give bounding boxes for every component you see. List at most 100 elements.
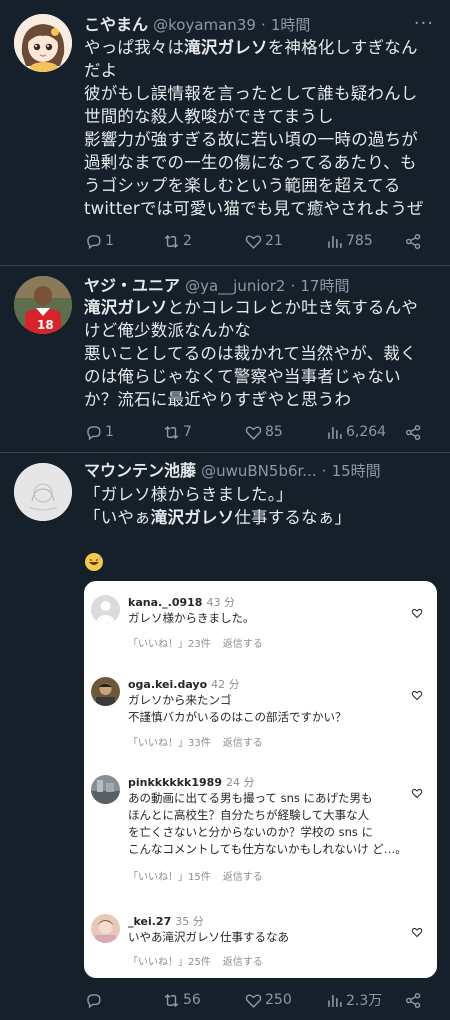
heart-icon: [245, 993, 262, 1008]
text-segment: とかコレコレとか吐き気するんや: [167, 298, 418, 317]
handle[interactable]: @uwuBN5b6r...: [201, 462, 317, 480]
reply-count: 1: [105, 424, 114, 440]
comment-age: 42 分: [211, 678, 240, 691]
display-name[interactable]: マウンテン池藤: [84, 461, 196, 480]
heart-icon: [245, 425, 262, 440]
reply-button[interactable]: 1: [84, 420, 114, 444]
tweet-text-line: 「ガレソ様からきました。」: [84, 483, 440, 506]
reply-icon: [87, 234, 101, 249]
text-segment: 仕事するなぁ」: [234, 508, 352, 527]
text-segment: 過剰なまでの一生の傷になってるあたり、も: [84, 153, 417, 172]
retweet-button[interactable]: 56: [162, 988, 201, 1012]
comment-likes: 「いいね！」33件: [128, 738, 211, 749]
comment-text-line: を亡くさないと分からないのか？学校の sns に: [128, 825, 374, 839]
views-button[interactable]: 6,264: [325, 420, 386, 444]
tweet-text-line: のは俺らじゃなくて警察や当事者じゃない: [84, 365, 440, 388]
comment-age: 35 分: [175, 915, 204, 928]
tweet-text: 「ガレソ様からきました。」 「いやぁ滝沢ガレソ仕事するなぁ」: [84, 483, 440, 529]
like-count: 85: [265, 424, 283, 440]
handle[interactable]: @ya__junior2: [185, 277, 285, 295]
like-count: 250: [265, 992, 292, 1008]
like-button[interactable]: 21: [244, 229, 283, 253]
reply-icon: [87, 993, 101, 1008]
tweet-header: こやまん @koyaman39 · 1時間: [84, 15, 311, 34]
tweet-text-line: twitterでは可愛い猫でも見て癒やされようぜ: [84, 197, 440, 220]
view-count: 785: [346, 233, 373, 249]
text-segment: か？流石に最近やりすぎやと思うわ: [84, 390, 352, 409]
text-segment: を神格化しすぎなん: [267, 38, 418, 57]
comment-text-line: いやあ滝沢ガレソ仕事するなあ: [128, 930, 289, 944]
share-button[interactable]: [404, 229, 425, 253]
tweet-text-line: 「いやぁ滝沢ガレソ仕事するなぁ」: [84, 506, 440, 529]
text-segment: けど俺少数派なんかな: [84, 321, 251, 340]
views-button[interactable]: 785: [325, 229, 373, 253]
heart-icon: [411, 608, 423, 619]
retweet-button[interactable]: 7: [162, 420, 192, 444]
avatar[interactable]: [14, 463, 72, 521]
reply-button[interactable]: [84, 988, 105, 1012]
attached-image[interactable]: kana._.0918 43 分 ガレソ様からきました。 「いいね！」23件 返信す…: [84, 581, 437, 978]
analytics-icon: [328, 994, 342, 1007]
comment-text: あの動画に出てる男も撮って sns にあげた男も ほんとに高校生？自分たちが経験し…: [128, 790, 413, 858]
heart-icon: [411, 690, 423, 701]
tweet-text-line: けど俺少数派なんかな: [84, 319, 440, 342]
avatar[interactable]: [14, 14, 72, 72]
retweet-count: 7: [183, 424, 192, 440]
tweet-1[interactable]: こやまん @koyaman39 · 1時間 ··· やっぱ我々は滝沢ガレソを神格…: [0, 0, 450, 265]
text-segment: だよ: [84, 61, 118, 80]
reply-button[interactable]: 1: [84, 229, 114, 253]
text-segment: 悪いことしてるのは裁かれて当然やが、裁く: [84, 344, 417, 363]
tweet-actions: 56 250 2.3万: [84, 988, 434, 1012]
tweet-text-line: だよ: [84, 59, 440, 82]
share-button[interactable]: [404, 988, 425, 1012]
timestamp[interactable]: 17時間: [300, 277, 349, 295]
handle[interactable]: @koyaman39: [153, 16, 256, 34]
share-button[interactable]: [404, 420, 425, 444]
comment-text: ガレソから来たンゴ 不謹慎バカがいるのはこの部活ですかい？: [128, 692, 413, 726]
text-segment: やっぱ我々は: [84, 38, 185, 57]
reply-icon: [87, 425, 101, 440]
comment-text-line: ガレソから来たンゴ: [128, 693, 232, 707]
comment-username: oga.kei.dayo: [128, 678, 208, 691]
views-button[interactable]: 2.3万: [325, 988, 382, 1012]
reply-count: 1: [105, 233, 114, 249]
timestamp[interactable]: 15時間: [332, 462, 381, 480]
list-item: oga.kei.dayo 42 分 ガレソから来たンゴ 不謹慎バカがいるのはこの部活…: [84, 675, 437, 755]
display-name[interactable]: ヤジ・ユニア: [84, 276, 180, 295]
like-button[interactable]: 250: [244, 988, 292, 1012]
tweet-text: 滝沢ガレソとかコレコレとか吐き気するんや けど俺少数派なんかな 悪いことしてるのは裁…: [84, 296, 440, 411]
bold-mention: 滝沢ガレソ: [184, 38, 268, 57]
text-segment: twitterでは可愛い猫でも見て癒やされようぜ: [84, 199, 424, 218]
list-item: _kei.27 35 分 いやあ滝沢ガレソ仕事するなあ 「いいね！」25件 返信する: [84, 912, 437, 978]
like-button[interactable]: 85: [244, 420, 283, 444]
tweet-text-line: 悪いことしてるのは裁かれて当然やが、裁く: [84, 342, 440, 365]
avatar: [91, 677, 120, 706]
avatar[interactable]: 18: [14, 276, 72, 334]
comment-likes: 「いいね！」23件: [128, 639, 211, 650]
tweet-actions: 1 7 85 6,264: [84, 420, 434, 444]
retweet-button[interactable]: 2: [162, 229, 192, 253]
retweet-icon: [164, 993, 179, 1007]
text-segment: 影響力が強すぎる故に若い頃の一時の過ちが: [84, 130, 418, 149]
retweet-icon: [164, 234, 179, 248]
comment-text: ガレソ様からきました。: [128, 610, 413, 627]
tweet-header: ヤジ・ユニア @ya__junior2 · 17時間: [84, 276, 350, 295]
comment-username: _kei.27: [128, 915, 172, 928]
more-options-icon[interactable]: ···: [414, 15, 434, 33]
text-segment: 「いやぁ: [84, 508, 151, 527]
retweet-count: 2: [183, 233, 192, 249]
tweet-2[interactable]: 18 ヤジ・ユニア @ya__junior2 · 17時間 滝沢ガレソとかコレコ…: [0, 266, 450, 452]
text-segment: のは俺らじゃなくて警察や当事者じゃない: [84, 367, 401, 386]
retweet-icon: [164, 425, 179, 439]
comment-likes: 「いいね！」25件: [128, 957, 211, 968]
comment-reply: 返信する: [222, 738, 263, 749]
grinning-sweat-emoji-icon: [85, 553, 103, 571]
tweet-text-line: やっぱ我々は滝沢ガレソを神格化しすぎなん: [84, 36, 440, 59]
text-segment: うゴシップを楽しむという範囲を超えてる: [84, 176, 401, 195]
timestamp[interactable]: 1時間: [271, 16, 311, 34]
display-name[interactable]: こやまん: [84, 15, 148, 34]
avatar: [91, 595, 120, 624]
tweet-text: やっぱ我々は滝沢ガレソを神格化しすぎなん だよ 彼がもし誤情報を言ったとして誰も疑わ…: [84, 36, 440, 220]
tweet-header: マウンテン池藤 @uwuBN5b6r... · 15時間: [84, 461, 381, 480]
comment-text-line: あの動画に出てる男も撮って sns にあげた男も: [128, 791, 373, 805]
